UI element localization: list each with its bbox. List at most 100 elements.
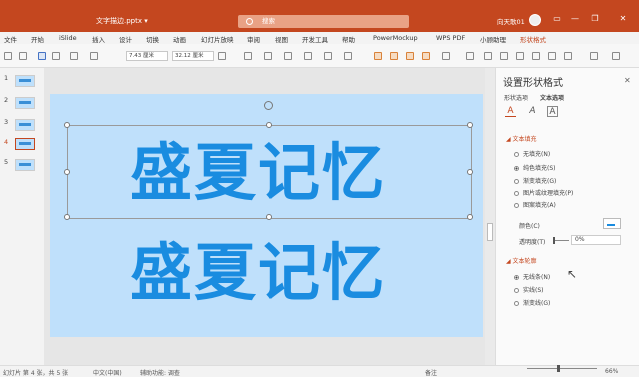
menu-wps-pdf[interactable]: WPS PDF <box>436 34 465 42</box>
menu-transitions[interactable]: 切换 <box>146 34 159 44</box>
close-pane-button[interactable]: ✕ <box>624 76 631 85</box>
slide-canvas[interactable]: 盛夏记忆 盛夏记忆 <box>50 94 483 337</box>
transparency-input[interactable]: 0% <box>571 235 621 245</box>
file-name[interactable]: 文字描边.pptx ▾ <box>96 16 148 26</box>
zoom-slider[interactable] <box>527 365 597 372</box>
thumb-number: 5 <box>4 158 9 166</box>
resize-handle[interactable] <box>467 122 473 128</box>
menu-review[interactable]: 审阅 <box>247 34 260 44</box>
transparency-slider[interactable] <box>553 237 569 244</box>
slide-thumbnail-selected[interactable] <box>15 138 35 150</box>
minimize-button[interactable]: — <box>569 13 581 25</box>
oval-icon[interactable] <box>516 52 524 60</box>
arrow-shape-icon[interactable] <box>564 52 572 60</box>
align-top-icon[interactable] <box>304 52 312 60</box>
text-outline-heading[interactable]: ◢ 文本轮廓 <box>506 256 537 265</box>
merge-shapes-icon[interactable] <box>374 52 382 60</box>
redo-icon[interactable] <box>90 52 98 60</box>
radio-solid-line[interactable]: 实线(S) <box>514 285 544 294</box>
text-fill-heading[interactable]: ◢ 文本填充 <box>506 134 537 143</box>
radio-label: 渐变线(G) <box>523 300 551 307</box>
shape-height-field[interactable]: 32.12 厘米 <box>172 51 214 61</box>
menu-powermockup[interactable]: PowerMockup <box>373 34 418 42</box>
thumb-number: 3 <box>4 118 9 126</box>
radio-no-line[interactable]: 无线条(N) <box>514 272 550 281</box>
combine-icon[interactable] <box>390 52 398 60</box>
resize-handle[interactable] <box>266 214 272 220</box>
rotate-handle-icon[interactable] <box>264 101 273 110</box>
fragment-icon[interactable] <box>406 52 414 60</box>
rotate-icon[interactable] <box>466 52 474 60</box>
menu-file[interactable]: 文件 <box>4 34 17 44</box>
undo-icon[interactable] <box>70 52 78 60</box>
text-effects-icon[interactable]: A <box>527 106 538 117</box>
menu-developer[interactable]: 开发工具 <box>302 34 328 44</box>
rectangle-shape-icon[interactable] <box>484 52 492 60</box>
group-icon[interactable] <box>442 52 450 60</box>
edit-shape-icon[interactable] <box>19 52 27 60</box>
align-middle-icon[interactable] <box>324 52 332 60</box>
save-icon[interactable] <box>52 52 60 60</box>
align-center-icon[interactable] <box>264 52 272 60</box>
close-window-button[interactable]: ✕ <box>617 13 629 25</box>
font-color-icon[interactable] <box>603 218 621 229</box>
radio-no-fill[interactable]: 无填充(N) <box>514 149 550 158</box>
shape-icon[interactable] <box>4 52 12 60</box>
ribbon-toolbar: 7.43 厘米 32.12 厘米 <box>0 44 639 68</box>
resize-handle[interactable] <box>64 169 70 175</box>
shape-fill-icon[interactable] <box>590 52 598 60</box>
tab-text-options[interactable]: 文本选项 <box>540 93 564 102</box>
line-shape-icon[interactable] <box>548 52 556 60</box>
menu-islide[interactable]: iSlide <box>59 34 77 42</box>
shape-width-field[interactable]: 7.43 厘米 <box>126 51 168 61</box>
menu-slideshow[interactable]: 幻灯片放映 <box>201 34 234 44</box>
slide-thumbnail[interactable] <box>15 159 35 171</box>
menu-animations[interactable]: 动画 <box>173 34 186 44</box>
resize-handle[interactable] <box>64 122 70 128</box>
slide-subtitle-text[interactable]: 盛夏记忆 <box>130 242 420 304</box>
search-box[interactable]: 搜索 <box>238 15 409 28</box>
align-bottom-icon[interactable] <box>344 52 352 60</box>
menu-view[interactable]: 视图 <box>275 34 288 44</box>
resize-handle[interactable] <box>467 214 473 220</box>
ribbon-display-icon[interactable]: ▭ <box>551 13 563 25</box>
accessibility-status[interactable]: 辅助功能: 调查 <box>140 368 180 377</box>
zoom-level[interactable]: 66% <box>605 368 618 375</box>
menu-insert[interactable]: 插入 <box>92 34 105 44</box>
menu-home[interactable]: 开始 <box>31 34 44 44</box>
scrollbar-thumb[interactable] <box>487 223 493 241</box>
menu-design[interactable]: 设计 <box>119 34 132 44</box>
avatar[interactable] <box>529 14 541 26</box>
resize-handle[interactable] <box>64 214 70 220</box>
text-fill-outline-icon[interactable]: A <box>505 106 516 117</box>
size-lock-icon[interactable] <box>218 52 226 60</box>
radio-pattern-fill[interactable]: 图案填充(A) <box>514 200 556 209</box>
slide-thumbnail[interactable] <box>15 97 35 109</box>
align-left-icon[interactable] <box>244 52 252 60</box>
intersect-icon[interactable] <box>422 52 430 60</box>
slide-thumbnail[interactable] <box>15 75 35 87</box>
slide-thumbnails: 1 2 3 4 5 <box>0 68 44 365</box>
resize-handle[interactable] <box>467 169 473 175</box>
vertical-scrollbar[interactable] <box>485 68 495 365</box>
radio-picture-fill[interactable]: 图片或纹理填充(P) <box>514 188 573 197</box>
menu-help[interactable]: 帮助 <box>342 34 355 44</box>
triangle-icon[interactable] <box>532 52 540 60</box>
textbox-icon[interactable]: A <box>547 106 558 117</box>
slide-title-text[interactable]: 盛夏记忆 <box>130 142 420 204</box>
language-status[interactable]: 中文(中国) <box>93 368 122 377</box>
menu-assistant[interactable]: 小顾助理 <box>480 34 506 44</box>
new-slide-icon[interactable] <box>38 52 46 60</box>
radio-gradient-fill[interactable]: 渐变填充(G) <box>514 176 556 185</box>
align-right-icon[interactable] <box>284 52 292 60</box>
resize-handle[interactable] <box>266 122 272 128</box>
notes-button[interactable]: 备注 <box>425 368 437 377</box>
radio-solid-fill[interactable]: 纯色填充(S) <box>514 163 556 172</box>
rounded-rect-icon[interactable] <box>500 52 508 60</box>
tab-shape-options[interactable]: 形状选项 <box>504 93 528 102</box>
slide-thumbnail[interactable] <box>15 119 35 131</box>
user-name[interactable]: 向天歌01 <box>497 16 525 26</box>
collapse-ribbon-icon[interactable] <box>612 52 620 60</box>
radio-gradient-line[interactable]: 渐变线(G) <box>514 298 550 307</box>
restore-button[interactable]: ❐ <box>589 13 601 25</box>
